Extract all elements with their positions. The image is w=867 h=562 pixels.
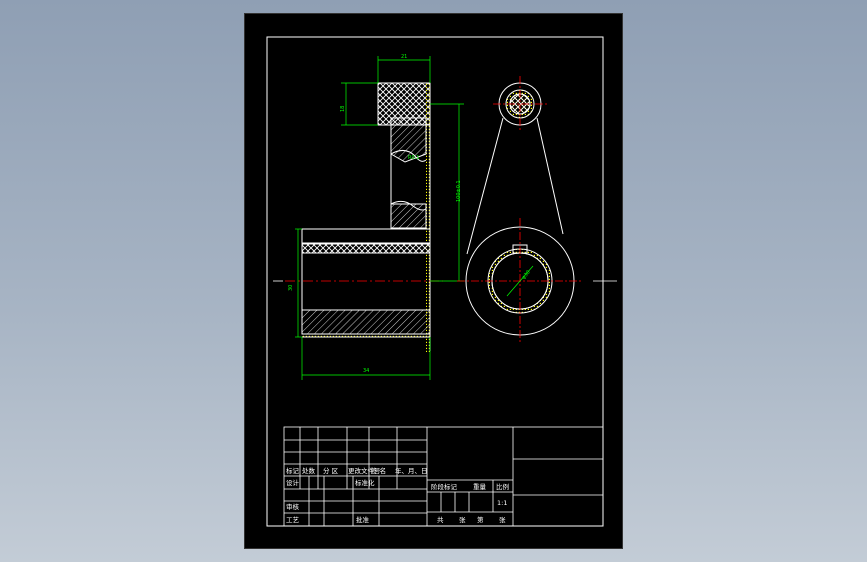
- cad-drawing: 21 18 R0.1 100±0.1 30 34 φ30 标记 处数 分 区 更…: [266, 36, 617, 527]
- tb-standardize: 标准化: [355, 478, 375, 487]
- tb-weight: 重量: [473, 483, 487, 491]
- tb-mark: 标记: [286, 466, 300, 475]
- tb-total: 共: [437, 515, 444, 524]
- tb-sheet-no: 第: [477, 515, 484, 524]
- tb-sign: 签 名: [371, 466, 386, 475]
- front-view-centerlines: [457, 76, 583, 342]
- tb-sheet-of: 张: [499, 515, 506, 524]
- tb-approve: 批准: [356, 515, 370, 524]
- tb-scale: 比例: [496, 482, 509, 491]
- tb-process: 工艺: [286, 516, 300, 524]
- tb-stage-mark: 阶段标记: [431, 482, 458, 491]
- tb-design: 设计: [286, 478, 300, 487]
- title-block: [283, 426, 604, 527]
- tb-date: 年、月、日: [395, 466, 428, 475]
- tb-sheets: 张: [459, 515, 466, 524]
- dim-total-width: 34: [363, 368, 369, 374]
- drawing-sheet: 21 18 R0.1 100±0.1 30 34 φ30 标记 处数 分 区 更…: [244, 13, 623, 549]
- tb-count: 处数: [302, 466, 316, 475]
- tb-review: 审核: [286, 502, 300, 511]
- dim-bore-height: 30: [288, 285, 294, 291]
- dim-top-width: 21: [401, 54, 407, 60]
- dim-center-distance: 100±0.1: [456, 180, 462, 202]
- section-view: [301, 82, 431, 352]
- dim-side-height: 18: [340, 106, 346, 112]
- tb-zone: 分 区: [323, 466, 339, 475]
- tb-scale-value: 1:1: [497, 499, 507, 507]
- inner-frame: [266, 36, 604, 527]
- dim-note: R0.1: [408, 155, 419, 161]
